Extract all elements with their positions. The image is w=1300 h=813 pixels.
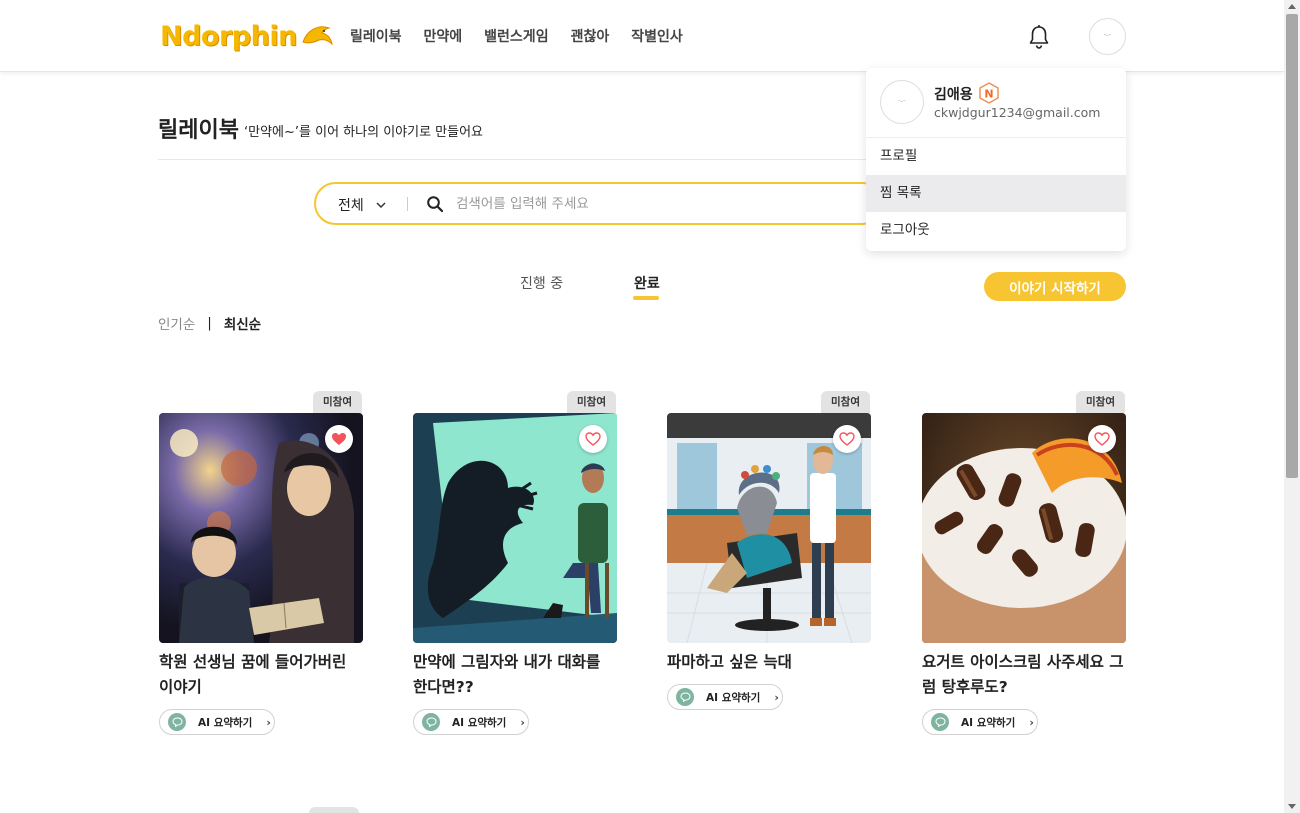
main-nav: 릴레이북 만약에 밸런스게임 괜찮아 작별인사 — [350, 26, 683, 46]
search-input[interactable] — [456, 193, 856, 215]
sort-separator: | — [207, 315, 212, 331]
search-divider — [407, 197, 408, 211]
chat-bubble-icon — [168, 713, 186, 731]
page-title: 릴레이북 — [158, 118, 239, 143]
sort-popular[interactable]: 인기순 — [158, 313, 195, 333]
sort-latest[interactable]: 최신순 — [224, 313, 261, 333]
dolphin-icon — [302, 26, 333, 46]
ai-summary-button[interactable]: AI 요약하기 › — [922, 709, 1038, 735]
nav-ifonly[interactable]: 만약에 — [424, 26, 463, 46]
chevron-right-icon: › — [774, 690, 779, 704]
story-title[interactable]: 파마하고 싶은 늑대 — [667, 650, 872, 675]
nav-farewell[interactable]: 작별인사 — [631, 26, 683, 46]
user-name: 김애용 — [934, 87, 973, 103]
dropdown-profile: ᵔᵕᵔ 김애용 N ckwjdgur1234@gmail.com — [866, 68, 1126, 138]
story-title[interactable]: 요거트 아이스크림 사주세요 그럼 탕후루도? — [922, 650, 1127, 700]
logo[interactable]: Ndorphin — [160, 14, 335, 58]
next-row-badge — [309, 807, 359, 813]
scrollbar[interactable] — [1284, 0, 1300, 813]
chevron-right-icon: › — [1029, 715, 1034, 729]
tab-in-progress[interactable]: 진행 중 — [520, 273, 563, 293]
heart-outline-icon — [1094, 432, 1110, 446]
active-tab-indicator — [633, 296, 659, 300]
menu-item-wishlist[interactable]: 찜 목록 — [866, 175, 1126, 212]
heart-filled-icon — [332, 433, 346, 445]
logo-text: Ndorphin — [160, 20, 297, 52]
n-badge-icon: N — [979, 82, 999, 104]
scroll-up-arrow-icon[interactable] — [1288, 4, 1296, 9]
search-filter-select[interactable]: 전체 — [338, 195, 386, 215]
story-thumbnail[interactable] — [413, 413, 617, 643]
menu-item-logout[interactable]: 로그아웃 — [866, 212, 1126, 249]
chevron-right-icon: › — [266, 715, 271, 729]
avatar-text: ᵔᵕᵔ — [1103, 33, 1112, 40]
profile-avatar-button[interactable]: ᵔᵕᵔ — [1089, 18, 1126, 55]
participation-badge: 미참여 — [821, 391, 870, 413]
page-subtitle: ‘만약에~’를 이어 하나의 이야기로 만들어요 — [244, 125, 484, 140]
like-button[interactable] — [325, 425, 353, 453]
scroll-down-arrow-icon[interactable] — [1288, 804, 1296, 809]
like-button[interactable] — [833, 425, 861, 453]
ai-summary-label: AI 요약하기 — [198, 716, 253, 729]
search-icon[interactable] — [426, 195, 444, 213]
user-dropdown-menu: ᵔᵕᵔ 김애용 N ckwjdgur1234@gmail.com 프로필 찜 목… — [866, 68, 1126, 251]
bell-icon[interactable] — [1028, 24, 1050, 50]
avatar-text: ᵔᵕᵔ — [898, 98, 906, 106]
tab-completed[interactable]: 완료 — [634, 273, 660, 293]
heart-outline-icon — [839, 432, 855, 446]
participation-badge: 미참여 — [313, 391, 362, 413]
menu-item-profile[interactable]: 프로필 — [866, 138, 1126, 175]
chat-bubble-icon — [931, 713, 949, 731]
nav-its-okay[interactable]: 괜찮아 — [571, 26, 610, 46]
chevron-right-icon: › — [520, 715, 525, 729]
chevron-down-icon — [376, 201, 386, 208]
heart-outline-icon — [585, 432, 601, 446]
sort-options: 인기순 | 최신순 — [158, 313, 261, 333]
story-title[interactable]: 만약에 그림자와 내가 대화를 한다면?? — [413, 650, 618, 700]
search-filter-value: 전체 — [338, 198, 364, 214]
story-thumbnail[interactable] — [922, 413, 1126, 643]
chat-bubble-icon — [422, 713, 440, 731]
story-thumbnail[interactable] — [159, 413, 363, 643]
ai-summary-button[interactable]: AI 요약하기 › — [413, 709, 529, 735]
ai-summary-label: AI 요약하기 — [452, 716, 507, 729]
search-bar: 전체 — [314, 182, 884, 225]
story-thumbnail[interactable] — [667, 413, 871, 643]
top-header: Ndorphin 릴레이북 만약에 밸런스게임 괜찮아 작별인사 ᵔᵕᵔ — [0, 0, 1284, 72]
like-button[interactable] — [579, 425, 607, 453]
badge-letter: N — [984, 88, 993, 101]
participation-badge: 미참여 — [567, 391, 616, 413]
scrollbar-thumb[interactable] — [1286, 14, 1298, 478]
story-title[interactable]: 학원 선생님 꿈에 들어가버린 이야기 — [159, 650, 364, 700]
start-story-button[interactable]: 이야기 시작하기 — [984, 272, 1126, 301]
nav-balance-game[interactable]: 밸런스게임 — [484, 26, 548, 46]
chat-bubble-icon — [676, 688, 694, 706]
ai-summary-label: AI 요약하기 — [706, 691, 761, 704]
participation-badge: 미참여 — [1076, 391, 1125, 413]
ai-summary-button[interactable]: AI 요약하기 › — [159, 709, 275, 735]
ai-summary-label: AI 요약하기 — [961, 716, 1016, 729]
user-email: ckwjdgur1234@gmail.com — [934, 105, 1101, 120]
avatar: ᵔᵕᵔ — [880, 80, 924, 124]
title-divider — [158, 159, 868, 160]
nav-relaybook[interactable]: 릴레이북 — [350, 26, 402, 46]
ai-summary-button[interactable]: AI 요약하기 › — [667, 684, 783, 710]
like-button[interactable] — [1088, 425, 1116, 453]
